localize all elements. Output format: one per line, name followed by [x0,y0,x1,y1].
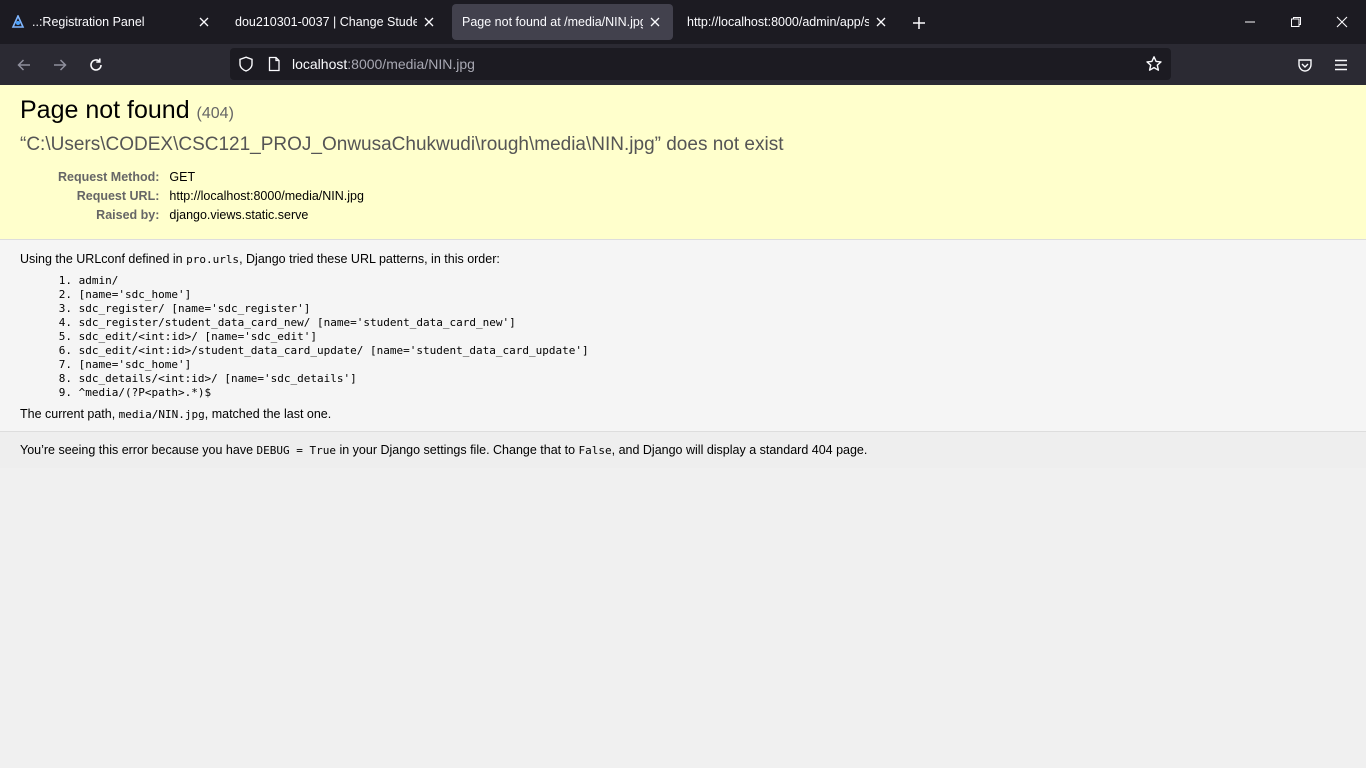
status-code: (404) [196,105,234,122]
pattern-text: [name='sdc_home'] [78,288,192,301]
tab-page-not-found[interactable]: Page not found at /media/NIN.jpg [452,4,673,40]
error-summary: Page not found (404) “C:\Users\CODEX\CSC… [0,85,1366,240]
registration-favicon-icon [10,14,26,30]
debug-setting-code: DEBUG = True [256,444,336,457]
meta-row: Request URL: http://localhost:8000/media… [58,187,364,206]
pattern-number: 9. [58,386,72,399]
list-item: 7. [name='sdc_home'] [59,358,1346,372]
tab-title: ..:Registration Panel [32,15,145,29]
bookmark-star-icon[interactable] [1145,55,1163,73]
error-title: Page not found [20,96,190,124]
current-path-text: The current path, [20,407,119,421]
restore-icon[interactable] [1286,12,1306,32]
tab-registration-panel[interactable]: ..:Registration Panel [0,4,222,40]
pattern-text: sdc_register/ [name='sdc_register'] [78,302,311,315]
current-path-text: , matched the last one. [204,407,332,421]
page-icon[interactable] [266,56,282,72]
intro-text: , Django tried these URL patterns, in th… [239,252,500,266]
tab-change-student[interactable]: dou210301-0037 | Change Student D [225,4,447,40]
meta-label: Request Method: [58,170,160,184]
navigation-toolbar: localhost:8000/media/NIN.jpg [0,44,1366,85]
explanation-part: in your Django settings file. Change tha… [335,443,579,457]
intro-text: Using the URLconf defined in [20,252,187,266]
meta-value: django.views.static.serve [169,208,309,222]
url-host: localhost [292,56,348,72]
reload-icon[interactable] [85,54,107,76]
address-bar[interactable]: localhost:8000/media/NIN.jpg [230,48,1171,80]
pattern-number: 5. [58,330,72,343]
current-path-note: The current path, media/NIN.jpg, matched… [20,406,1346,423]
debug-explanation: You’re seeing this error because you hav… [0,432,1366,468]
pattern-text: sdc_edit/<int:id>/ [name='sdc_edit'] [78,330,318,343]
tab-close-icon[interactable] [647,14,663,30]
pattern-number: 4. [58,316,72,329]
tab-title: http://localhost:8000/admin/app/st [687,15,869,29]
explanation-part: You’re seeing this error because you hav… [20,443,257,457]
pattern-number: 2. [58,288,72,301]
list-item: 5. sdc_edit/<int:id>/ [name='sdc_edit'] [59,330,1346,344]
window-close-icon[interactable] [1332,12,1352,32]
pattern-number: 3. [58,302,72,315]
pattern-number: 6. [58,344,72,357]
pattern-text: sdc_details/<int:id>/ [name='sdc_details… [78,372,357,385]
pattern-number: 1. [58,274,72,287]
urlconf-info: Using the URLconf defined in pro.urls, D… [0,240,1366,432]
page-content: Page not found (404) “C:\Users\CODEX\CSC… [0,85,1366,768]
pattern-text: [name='sdc_home'] [78,358,192,371]
pocket-icon[interactable] [1294,54,1316,76]
tab-close-icon[interactable] [873,14,889,30]
explanation-part: , and Django will display a standard 404… [611,443,868,457]
list-item: 2. [name='sdc_home'] [59,288,1346,302]
current-path-code: media/NIN.jpg [118,408,205,421]
tab-title: Page not found at /media/NIN.jpg [462,15,643,29]
urlconf-intro: Using the URLconf defined in pro.urls, D… [20,251,1346,268]
meta-value: http://localhost:8000/media/NIN.jpg [169,189,364,203]
pattern-number: 8. [58,372,72,385]
pattern-number: 7. [58,358,72,371]
hamburger-menu-icon[interactable] [1330,54,1352,76]
list-item: 6. sdc_edit/<int:id>/student_data_card_u… [59,344,1346,358]
pattern-text: sdc_register/student_data_card_new/ [nam… [78,316,516,329]
list-item: 3. sdc_register/ [name='sdc_register'] [59,302,1346,316]
explanation-text: You’re seeing this error because you hav… [20,443,1346,457]
meta-row: Request Method: GET [58,168,364,187]
shield-icon[interactable] [238,56,254,72]
meta-row: Raised by: django.views.static.serve [58,206,364,225]
tab-close-icon[interactable] [421,14,437,30]
forward-arrow-icon[interactable] [49,54,71,76]
urlconf-module: pro.urls [186,253,240,266]
minimize-icon[interactable] [1240,12,1260,32]
page-title: Page not found (404) [20,96,1346,125]
url-path: :8000/media/NIN.jpg [347,56,475,72]
pattern-text: admin/ [78,274,119,287]
meta-value: GET [169,170,196,184]
back-arrow-icon[interactable] [13,54,35,76]
url-text[interactable]: localhost:8000/media/NIN.jpg [292,56,475,72]
request-meta-table: Request Method: GET Request URL: http://… [58,168,364,225]
list-item: 8. sdc_details/<int:id>/ [name='sdc_deta… [59,372,1346,386]
list-item: 4. sdc_register/student_data_card_new/ [… [59,316,1346,330]
new-tab-plus-icon[interactable] [908,12,930,34]
false-code: False [578,444,612,457]
list-item: 1. admin/ [59,274,1346,288]
meta-label: Request URL: [76,189,160,203]
tab-close-icon[interactable] [196,14,212,30]
pattern-text: ^media/(?P<path>.*)$ [78,386,212,399]
pattern-text: sdc_edit/<int:id>/student_data_card_upda… [78,344,589,357]
error-message: “C:\Users\CODEX\CSC121_PROJ_OnwusaChukwu… [20,134,784,155]
list-item: 9. ^media/(?P<path>.*)$ [59,386,1346,400]
url-pattern-list: 1. admin/ 2. [name='sdc_home'] 3. sdc_re… [59,274,1346,400]
meta-label: Raised by: [96,208,160,222]
tab-title: dou210301-0037 | Change Student D [235,15,417,29]
tab-admin-app[interactable]: http://localhost:8000/admin/app/st [677,4,899,40]
tab-bar: ..:Registration Panel dou210301-0037 | C… [0,0,1366,44]
